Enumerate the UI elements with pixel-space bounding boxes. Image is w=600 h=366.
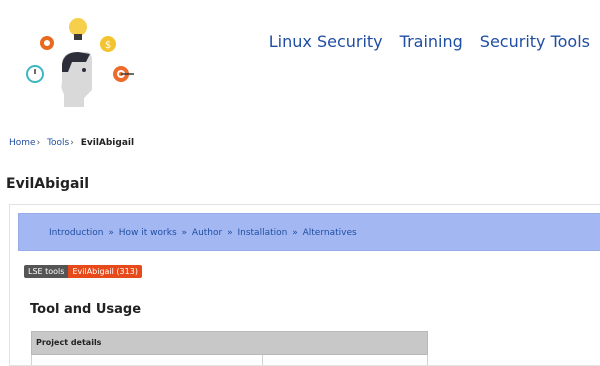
breadcrumb-current: EvilAbigail xyxy=(80,138,135,148)
project-details-header: Project details xyxy=(31,331,428,355)
toc-separator: » xyxy=(108,228,114,238)
section-title: Tool and Usage xyxy=(30,302,142,317)
top-navigation: Linux Security Training Security Tools xyxy=(269,32,590,51)
toc-separator: » xyxy=(181,228,188,238)
breadcrumb-separator: › xyxy=(36,138,41,148)
toc-alternatives[interactable]: Alternatives xyxy=(303,228,357,238)
nav-linux-security[interactable]: Linux Security xyxy=(269,32,383,51)
toc-author[interactable]: Author xyxy=(192,228,222,238)
thinker-head-with-ideas-icon: $ xyxy=(26,18,134,107)
nav-security-tools[interactable]: Security Tools xyxy=(480,32,590,51)
table-of-contents: Introduction » How it works » Author » I… xyxy=(18,213,600,251)
article-content: Introduction » How it works » Author » I… xyxy=(9,204,600,366)
page-title: EvilAbigail xyxy=(6,176,90,192)
breadcrumb-separator: › xyxy=(70,138,74,148)
site-logo[interactable]: $ xyxy=(20,12,140,112)
nav-training[interactable]: Training xyxy=(400,32,463,51)
toc-how-it-works[interactable]: How it works xyxy=(119,228,177,238)
tag-badge[interactable]: LSE tools EvilAbigail (313) xyxy=(24,265,142,278)
badge-tool-count[interactable]: EvilAbigail (313) xyxy=(68,265,142,278)
breadcrumb-tools[interactable]: Tools xyxy=(47,138,69,148)
toc-introduction[interactable]: Introduction xyxy=(49,228,104,238)
breadcrumb-home[interactable]: Home xyxy=(9,138,36,148)
toc-installation[interactable]: Installation xyxy=(237,228,287,238)
toc-separator: » xyxy=(292,228,298,238)
svg-text:$: $ xyxy=(105,40,111,51)
toc-separator: » xyxy=(227,228,233,238)
badge-category[interactable]: LSE tools xyxy=(24,265,69,278)
breadcrumb: Home› Tools› EvilAbigail xyxy=(9,138,134,148)
